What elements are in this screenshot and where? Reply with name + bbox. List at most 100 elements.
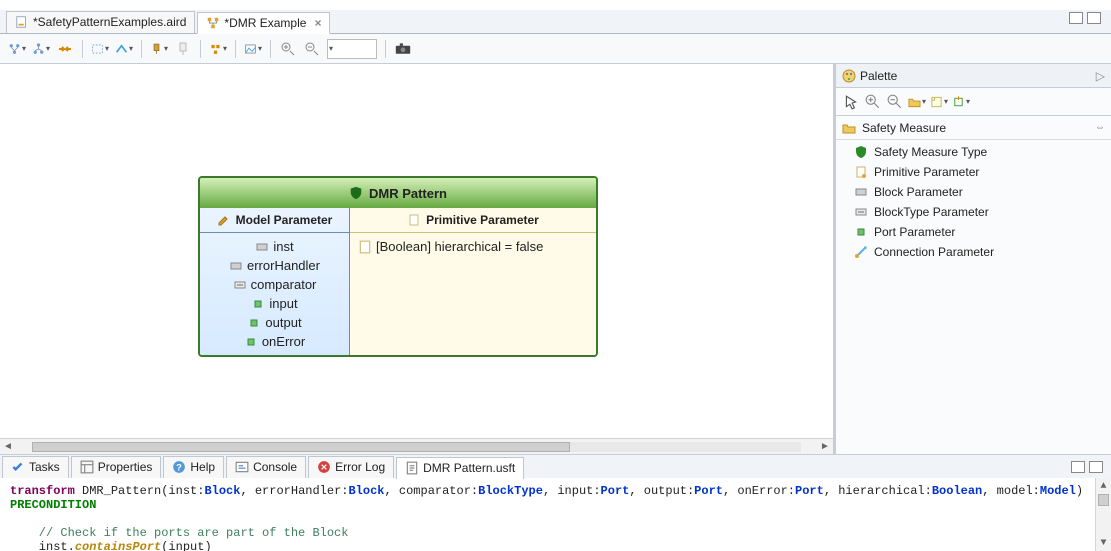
- folder-icon[interactable]: [908, 93, 926, 111]
- port-icon: [247, 316, 261, 330]
- sheet-icon: [854, 165, 868, 179]
- view-error-log[interactable]: Error Log: [308, 456, 394, 478]
- port-icon: [854, 225, 868, 239]
- horizontal-sash[interactable]: [0, 452, 1111, 456]
- collapse-arrow-icon[interactable]: ▷: [1096, 69, 1105, 83]
- new-element-icon[interactable]: [952, 93, 970, 111]
- edit-icon: [217, 213, 231, 227]
- port-icon: [251, 297, 265, 311]
- shield-icon: [349, 186, 363, 200]
- primitive-parameter-column: Primitive Parameter [Boolean] hierarchic…: [350, 208, 596, 355]
- connection-icon: [854, 245, 868, 259]
- tool-blocktype-parameter[interactable]: BlockType Parameter: [836, 202, 1111, 222]
- palette-header[interactable]: Palette ▷: [836, 64, 1111, 88]
- editor-vertical-scrollbar[interactable]: ▲ ▼: [1095, 478, 1111, 551]
- text-file-icon: [405, 461, 419, 475]
- copy-layout-icon[interactable]: [209, 40, 227, 58]
- palette-panel: Palette ▷ Safety Measure ⇔ Safety Measur…: [835, 64, 1111, 454]
- minimize-icon[interactable]: [1069, 12, 1083, 24]
- model-param[interactable]: comparator: [206, 275, 343, 294]
- zoom-in-icon[interactable]: [279, 40, 297, 58]
- port-icon: [244, 335, 258, 349]
- model-param[interactable]: input: [206, 294, 343, 313]
- zoom-out-icon[interactable]: [886, 93, 904, 111]
- views-window-controls: [1071, 461, 1103, 473]
- minimize-view-icon[interactable]: [1071, 461, 1085, 473]
- scroll-down-icon[interactable]: ▼: [1096, 535, 1111, 551]
- scroll-thumb[interactable]: [1098, 494, 1109, 506]
- tool-port-parameter[interactable]: Port Parameter: [836, 222, 1111, 242]
- zoom-level-combo[interactable]: [327, 39, 377, 59]
- diagram-icon: [206, 16, 220, 30]
- view-help[interactable]: ?Help: [163, 456, 224, 478]
- console-icon: [235, 460, 249, 474]
- unpin-icon[interactable]: [174, 40, 192, 58]
- pin-icon[interactable]: [150, 40, 168, 58]
- column-header: Primitive Parameter: [426, 213, 539, 227]
- model-param[interactable]: output: [206, 313, 343, 332]
- diagram-toolbar: [0, 34, 1111, 64]
- properties-icon: [80, 460, 94, 474]
- tab-label: *DMR Example: [224, 16, 306, 30]
- close-icon[interactable]: ×: [314, 16, 321, 30]
- diagram-canvas[interactable]: DMR Pattern Model Parameter inst errorHa…: [0, 64, 835, 454]
- layout-graph-icon[interactable]: [8, 40, 26, 58]
- maximize-view-icon[interactable]: [1089, 461, 1103, 473]
- editor-tab-bar: *SafetyPatternExamples.aird *DMR Example…: [0, 10, 1111, 34]
- model-param[interactable]: errorHandler: [206, 256, 343, 275]
- view-console[interactable]: Console: [226, 456, 306, 478]
- camera-icon[interactable]: [394, 40, 412, 58]
- palette-section-header[interactable]: Safety Measure ⇔: [836, 116, 1111, 140]
- export-image-icon[interactable]: [244, 40, 262, 58]
- tab-safety-pattern-examples[interactable]: *SafetyPatternExamples.aird: [6, 11, 195, 33]
- cursor-icon[interactable]: [842, 93, 860, 111]
- note-icon[interactable]: [930, 93, 948, 111]
- palette-toolbar: [836, 88, 1111, 116]
- view-properties[interactable]: Properties: [71, 456, 162, 478]
- help-icon: ?: [172, 460, 186, 474]
- section-title: Safety Measure: [862, 121, 946, 135]
- route-icon[interactable]: [115, 40, 133, 58]
- sheet-icon: [358, 240, 372, 254]
- tool-block-parameter[interactable]: Block Parameter: [836, 182, 1111, 202]
- select-tool-icon[interactable]: [91, 40, 109, 58]
- palette-tool-list: Safety Measure Type Primitive Parameter …: [836, 140, 1111, 264]
- block-icon: [854, 185, 868, 199]
- tab-dmr-example[interactable]: *DMR Example ×: [197, 12, 330, 34]
- layout-tree-icon[interactable]: [32, 40, 50, 58]
- tab-label: *SafetyPatternExamples.aird: [33, 15, 186, 29]
- palette-icon: [842, 69, 856, 83]
- model-file-icon: [15, 15, 29, 29]
- maximize-icon[interactable]: [1087, 12, 1101, 24]
- source-editor[interactable]: transform DMR_Pattern(inst:Block, errorH…: [0, 478, 1111, 551]
- section-pin-icon[interactable]: ⇔: [1095, 122, 1105, 133]
- view-tasks[interactable]: Tasks: [2, 456, 69, 478]
- pattern-title: DMR Pattern: [369, 186, 447, 201]
- scroll-thumb[interactable]: [32, 442, 570, 452]
- tool-safety-measure-type[interactable]: Safety Measure Type: [836, 142, 1111, 162]
- tool-primitive-parameter[interactable]: Primitive Parameter: [836, 162, 1111, 182]
- svg-text:?: ?: [177, 463, 183, 473]
- pattern-node[interactable]: DMR Pattern Model Parameter inst errorHa…: [198, 176, 598, 357]
- model-param[interactable]: inst: [206, 237, 343, 256]
- model-parameter-column: Model Parameter inst errorHandler compar…: [200, 208, 350, 355]
- pattern-title-bar: DMR Pattern: [200, 178, 596, 208]
- views-tab-bar: Tasks Properties ?Help Console Error Log…: [0, 454, 1111, 478]
- tasks-icon: [11, 460, 25, 474]
- zoom-out-icon[interactable]: [303, 40, 321, 58]
- block-icon: [255, 240, 269, 254]
- model-param[interactable]: onError: [206, 332, 343, 351]
- view-dmr-pattern-src[interactable]: DMR Pattern.usft: [396, 457, 524, 479]
- zoom-in-icon[interactable]: [864, 93, 882, 111]
- arrange-icon[interactable]: [56, 40, 74, 58]
- tool-connection-parameter[interactable]: Connection Parameter: [836, 242, 1111, 262]
- scroll-up-icon[interactable]: ▲: [1096, 478, 1111, 494]
- block-icon: [229, 259, 243, 273]
- palette-title: Palette: [860, 69, 897, 83]
- error-log-icon: [317, 460, 331, 474]
- blocktype-icon: [854, 205, 868, 219]
- primitive-param[interactable]: [Boolean] hierarchical = false: [358, 237, 588, 256]
- blocktype-icon: [233, 278, 247, 292]
- shield-icon: [854, 145, 868, 159]
- folder-open-icon: [842, 121, 856, 135]
